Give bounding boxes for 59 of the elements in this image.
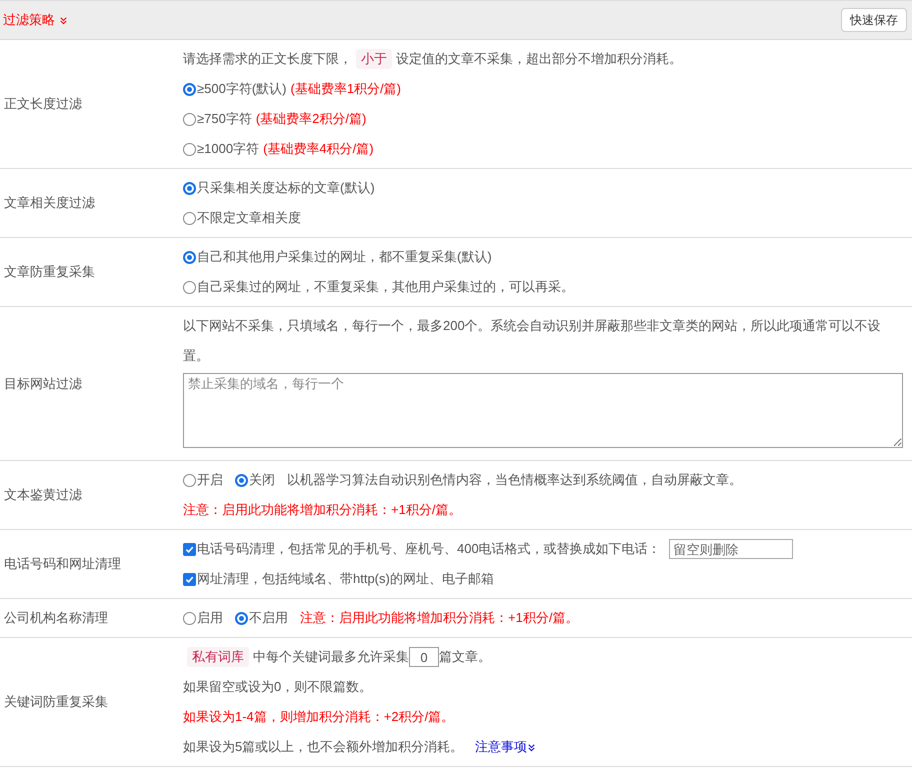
radio-button[interactable] xyxy=(183,280,196,294)
checkbox-label[interactable]: 电话号码清理，包括常见的手机号、座机号、400电话格式，或替换成如下电话： xyxy=(197,539,661,559)
radio-button[interactable] xyxy=(183,250,196,264)
radio-label[interactable]: 自己和其他用户采集过的网址，都不重复采集(默认) xyxy=(197,247,492,267)
radio-button[interactable] xyxy=(183,82,196,96)
row-label: 电话号码和网址清理 xyxy=(4,555,121,574)
domain-textarea[interactable]: 禁止采集的域名，每行一个 xyxy=(183,373,903,448)
radio-button[interactable] xyxy=(183,142,196,156)
code-tag: 私有词库 xyxy=(187,647,249,667)
hint-text: 中每个关键词最多允许采集 xyxy=(253,648,409,666)
checkbox-label[interactable]: 网址清理，包括纯域名、带http(s)的网址、电子邮箱 xyxy=(197,569,494,589)
radio-button[interactable] xyxy=(235,474,248,486)
hint-text: 篇文章。 xyxy=(439,648,491,666)
count-input[interactable]: 0 xyxy=(409,647,439,667)
warning-text: 注意：启用此功能将增加积分消耗：+1积分/篇。 xyxy=(183,501,462,520)
checkbox[interactable] xyxy=(183,572,196,586)
check-icon xyxy=(185,574,194,584)
radio-button[interactable] xyxy=(235,612,248,624)
radio-label[interactable]: 关闭 xyxy=(249,470,275,490)
row-label: 目标网站过滤 xyxy=(4,374,82,393)
radio-label[interactable]: ≥500字符(默认) xyxy=(197,79,286,99)
row-label: 公司机构名称清理 xyxy=(4,609,108,628)
radio-button[interactable] xyxy=(183,112,196,126)
hint-text: 如果设为5篇或以上，也不会额外增加积分消耗。 xyxy=(183,738,464,756)
hint-text: 以下网站不采集，只填域名，每行一个，最多200个。系统会自动识别并屏蔽那些非文章类的网站，所以此项通常可以不设置。 xyxy=(183,317,882,365)
radio-label[interactable]: 不限定文章相关度 xyxy=(197,208,301,228)
hint-text: 请选择需求的正文长度下限， xyxy=(183,50,352,68)
quick-save-button[interactable]: 快速保存 xyxy=(841,8,907,32)
phone-input[interactable]: 留空则删除 xyxy=(668,539,793,559)
row-label: 文章相关度过滤 xyxy=(4,194,95,212)
warning-text: 如果设为1-4篇，则增加积分消耗：+2积分/篇。 xyxy=(183,708,454,726)
hint-text: 以机器学习算法自动识别色情内容，当色情概率达到系统阈值，自动屏蔽文章。 xyxy=(287,471,742,490)
radio-label[interactable]: 只采集相关度达标的文章(默认) xyxy=(197,178,375,198)
fee-note: (基础费率4积分/篇) xyxy=(263,140,374,158)
radio-label[interactable]: ≥750字符 xyxy=(197,109,252,129)
checkbox[interactable] xyxy=(183,542,196,556)
row-label: 关键词防重复采集 xyxy=(4,693,108,712)
row-label: 正文长度过滤 xyxy=(4,95,82,114)
radio-button[interactable] xyxy=(183,182,196,194)
fee-note: (基础费率2积分/篇) xyxy=(256,110,366,128)
radio-button[interactable] xyxy=(183,612,196,624)
radio-label[interactable]: 不启用 xyxy=(249,608,288,628)
radio-label[interactable]: ≥1000字符 xyxy=(197,139,260,159)
row-label: 文本鉴黄过滤 xyxy=(4,486,82,504)
double-chevron-icon xyxy=(527,742,536,752)
hint-text: 设定值的文章不采集，超出部分不增加积分消耗。 xyxy=(396,50,682,68)
radio-label[interactable]: 自己采集过的网址，不重复采集，其他用户采集过的，可以再采。 xyxy=(197,277,574,297)
row-label: 文章防重复采集 xyxy=(4,263,95,282)
check-icon xyxy=(185,544,194,554)
radio-label[interactable]: 启用 xyxy=(197,608,223,628)
fee-note: (基础费率1积分/篇) xyxy=(290,80,401,98)
radio-label[interactable]: 开启 xyxy=(197,470,223,490)
radio-button[interactable] xyxy=(183,212,196,224)
hint-text: 如果留空或设为0，则不限篇数。 xyxy=(183,678,374,696)
warning-text: 注意：启用此功能将增加积分消耗：+1积分/篇。 xyxy=(300,609,578,628)
radio-button[interactable] xyxy=(183,474,196,486)
double-chevron-icon xyxy=(59,16,68,24)
notes-link[interactable]: 注意事项 xyxy=(475,737,536,757)
code-tag: 小于 xyxy=(356,49,392,69)
